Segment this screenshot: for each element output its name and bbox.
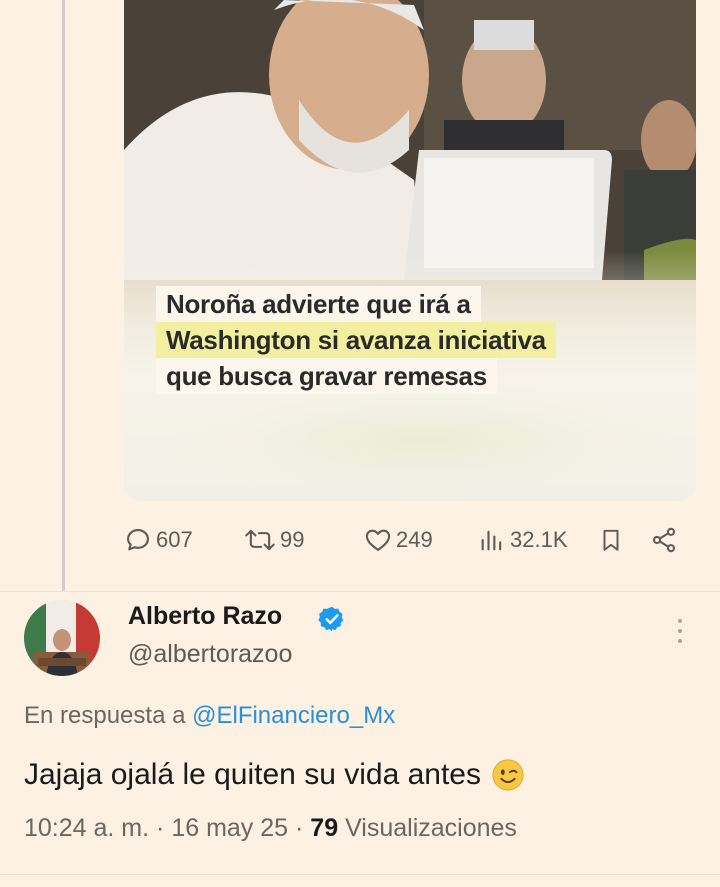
author-handle[interactable]: @albertorazoo [128,640,292,669]
reply-button[interactable]: 607 [124,518,193,562]
verified-badge-icon [318,606,344,632]
media-photo [124,0,696,501]
like-button[interactable]: 249 [364,518,433,562]
reply-meta: 10:24 a. m. · 16 may 25 · 79 Visualizaci… [24,814,517,843]
bookmark-button[interactable] [598,518,624,562]
reply-text-content: Jajaja ojalá le quiten su vida antes [24,758,481,791]
winking-face-icon [492,759,524,791]
share-icon [652,527,676,553]
analytics-icon [481,530,502,551]
reply-to-link[interactable]: @ElFinanciero_Mx [192,702,395,729]
bookmark-icon [603,529,619,551]
views-count-bold: 79 [310,814,339,842]
thread-connector-line [62,0,65,592]
avatar-image [24,600,100,676]
post-time[interactable]: 10:24 a. m. [24,814,149,842]
bottom-divider [0,874,720,875]
author-name[interactable]: Alberto Razo [128,602,282,631]
headline-overlay: Noroña advierte que irá a Washington si … [156,286,676,394]
more-options-icon[interactable] [668,614,692,648]
reply-count: 607 [156,527,193,552]
repost-icon [245,529,275,551]
views-count: 32.1K [510,527,568,552]
post-date[interactable]: 16 may 25 [171,814,288,842]
reply-prefix: En respuesta a [24,702,186,729]
like-count: 249 [396,527,433,552]
repost-count: 99 [280,527,305,552]
reply-icon [127,529,149,551]
headline-line-3: que busca gravar remesas [156,358,497,394]
tweet-media-card[interactable]: Noroña advierte que irá a Washington si … [124,0,696,501]
avatar[interactable] [24,600,100,676]
share-button[interactable] [650,518,678,562]
tweet-action-bar: 607 99 249 32.1K [124,518,696,562]
meta-separator: · [295,814,304,842]
views-label: Visualizaciones [345,814,517,842]
post-divider [0,591,720,592]
reply-text: Jajaja ojalá le quiten su vida antes [24,758,525,792]
meta-separator: · [156,814,165,842]
headline-line-2: Washington si avanza iniciativa [156,322,556,358]
heart-icon [365,529,391,551]
views-button[interactable]: 32.1K [478,518,568,562]
repost-button[interactable]: 99 [244,518,304,562]
headline-line-1: Noroña advierte que irá a [156,286,481,322]
reply-context: En respuesta a @ElFinanciero_Mx [24,702,395,730]
